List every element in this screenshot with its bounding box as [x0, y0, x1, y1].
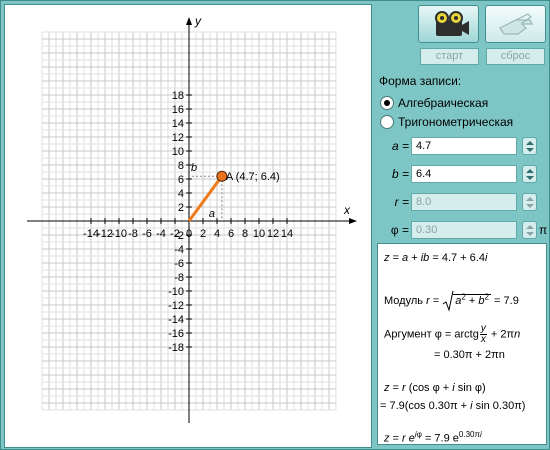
x-tick-label: 0	[186, 228, 192, 240]
film-camera-icon	[435, 11, 469, 36]
y-tick-label: -10	[168, 286, 184, 298]
argument-line: Аргумент φ = arctg y x + 2πn	[384, 323, 521, 345]
x-axis-arrow	[349, 218, 357, 224]
y-tick-label: -8	[174, 272, 184, 284]
exponential-form-value: = 7.9 e	[424, 432, 459, 445]
y-tick-label: 10	[172, 146, 184, 158]
x-tick-label: -4	[156, 228, 166, 240]
phi-stepper[interactable]	[522, 221, 537, 239]
point-a-label: A (4.7; 6.4)	[226, 171, 280, 183]
phi-input[interactable]	[411, 221, 517, 239]
x-tick-label: 12	[267, 228, 279, 240]
r-label: r =	[394, 195, 409, 209]
y-tick-label: -14	[168, 314, 184, 326]
modulus-result: = 7.9	[494, 294, 519, 307]
hand-icon	[499, 13, 533, 35]
formula-panel: z = a + ib = 4.7 + 6.4i Модуль r = a2 + …	[377, 243, 547, 445]
y-tick-label: -4	[174, 244, 184, 256]
modulus-line: Модуль r = a2 + b2 = 7.9	[384, 290, 519, 312]
x-tick-label: 6	[228, 228, 234, 240]
radio-trigonometric-label[interactable]: Тригонометрическая	[398, 115, 513, 129]
r-stepper[interactable]	[522, 193, 537, 211]
y-tick-label: 6	[178, 174, 184, 186]
reset-text-button[interactable]: сброс	[486, 48, 545, 65]
y-tick-label: -12	[168, 300, 184, 312]
x-axis-label: x	[343, 203, 351, 217]
r-input[interactable]	[411, 193, 517, 211]
x-tick-label: 14	[281, 228, 293, 240]
coordinate-plane-panel[interactable]: xy -14 -12 -10 -8 -6 -4 -2 0 2 4 6 8 10 12 14 18 16 14 12 1…	[4, 4, 372, 448]
exponential-power: 0.30π	[458, 430, 480, 439]
form-title: Форма записи:	[379, 74, 462, 88]
y-tick-label: -6	[174, 258, 184, 270]
y-axis-arrow	[186, 17, 192, 25]
y-tick-label: 14	[172, 118, 184, 130]
y-axis-label: y	[194, 14, 202, 28]
y-tick-label: 16	[172, 104, 184, 116]
start-animation-button[interactable]	[418, 5, 479, 43]
argument-word: Аргумент	[384, 328, 432, 341]
y-over-x-fraction: yx	[479, 323, 487, 345]
a-stepper[interactable]	[522, 137, 537, 155]
start-button[interactable]: старт	[420, 48, 479, 65]
trig-form-line: z = r (cos φ + i sin φ)	[384, 382, 486, 394]
radio-algebraic-label[interactable]: Алгебраическая	[398, 96, 488, 110]
app-window: xy -14 -12 -10 -8 -6 -4 -2 0 2 4 6 8 10 12 14 18 16 14 12 1…	[0, 0, 550, 450]
algebraic-form-line: z = a + ib = 4.7 + 6.4i	[384, 252, 488, 264]
y-tick-label: 12	[172, 132, 184, 144]
b-input[interactable]	[411, 165, 517, 183]
a-input[interactable]	[411, 137, 517, 155]
modulus-word: Модуль	[384, 294, 423, 307]
x-tick-label: -8	[128, 228, 138, 240]
x-tick-label: 8	[242, 228, 248, 240]
x-tick-label: 4	[214, 228, 220, 240]
algebraic-form-value: = 4.7 + 6.4	[432, 252, 485, 264]
y-tick-label: 4	[178, 188, 184, 200]
control-panel: старт сброс Форма записи: Алгебраическая…	[375, 4, 548, 448]
x-tick-label: 2	[200, 228, 206, 240]
y-tick-label: 8	[178, 160, 184, 172]
phi-unit: π	[539, 223, 548, 237]
a-label: a =	[391, 139, 409, 153]
b-stepper[interactable]	[522, 165, 537, 183]
projection-a-label: a	[209, 208, 215, 220]
x-tick-label: -6	[142, 228, 152, 240]
y-tick-label: 2	[178, 202, 184, 214]
x-tick-label: -10	[111, 228, 127, 240]
trig-form-value: = 7.9(cos 0.30π + i sin 0.30π)	[380, 400, 526, 412]
reset-button[interactable]	[485, 5, 546, 43]
coordinate-plane[interactable]: xy -14-12-10 -8 -6 -4 -2 0 2 4 6 8 10 12 14181614121…	[5, 5, 371, 447]
y-tick-label: -18	[168, 342, 184, 354]
y-tick-label: -16	[168, 328, 184, 340]
b-label: b =	[391, 167, 409, 181]
exponential-form-line: z = r eiφ = 7.9 e0.30πi	[384, 430, 482, 445]
y-tick-label: 18	[172, 90, 184, 102]
phi-label: φ =	[390, 223, 409, 237]
radio-trigonometric[interactable]	[380, 115, 394, 129]
x-tick-label: 10	[253, 228, 265, 240]
projection-b-label: b	[191, 162, 197, 174]
y-tick-label: -2	[174, 230, 184, 242]
argument-line-2: = 0.30π + 2πn	[434, 349, 505, 361]
radio-algebraic[interactable]	[380, 96, 394, 110]
